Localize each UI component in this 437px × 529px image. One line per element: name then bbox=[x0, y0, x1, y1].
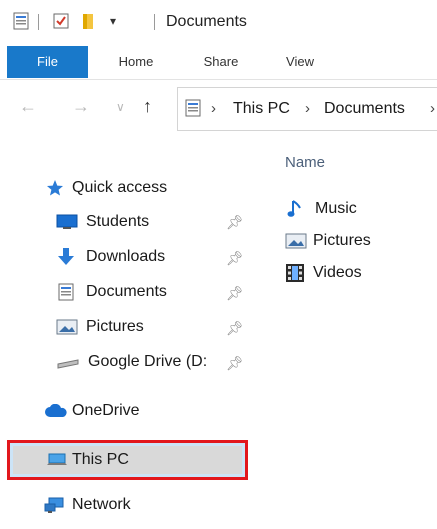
back-arrow-icon[interactable]: ← bbox=[19, 96, 37, 117]
customize-toolbar-icon[interactable]: ▾ bbox=[104, 12, 122, 30]
checkbox-icon[interactable] bbox=[52, 12, 70, 30]
tab-share[interactable]: Share bbox=[193, 46, 249, 78]
pin-icon[interactable]: 📌︎ bbox=[226, 285, 244, 302]
file-label: Videos bbox=[313, 264, 362, 281]
nav-item-onedrive[interactable]: OneDrive bbox=[44, 396, 140, 426]
breadcrumb-chevron-icon[interactable]: › bbox=[211, 100, 216, 117]
star-icon bbox=[46, 179, 72, 197]
nav-item-documents[interactable]: Documents bbox=[58, 277, 167, 307]
nav-label: Documents bbox=[86, 283, 167, 300]
toolbar-separator bbox=[154, 14, 155, 30]
computer-icon bbox=[46, 453, 72, 467]
nav-label: Google Drive (D: bbox=[88, 353, 208, 370]
breadcrumb-chevron-icon[interactable]: › bbox=[430, 100, 435, 117]
nav-item-this-pc[interactable]: This PC bbox=[46, 445, 129, 475]
desktop-icon bbox=[56, 214, 82, 230]
ribbon-tabs: File Home Share View bbox=[0, 46, 437, 80]
toolbar-separator bbox=[38, 14, 39, 30]
tab-home[interactable]: Home bbox=[110, 46, 162, 78]
cloud-icon bbox=[44, 404, 70, 418]
pin-icon[interactable]: 📌︎ bbox=[226, 320, 244, 337]
window-title: Documents bbox=[166, 13, 247, 30]
tab-file[interactable]: File bbox=[7, 46, 88, 78]
breadcrumb-chevron-icon[interactable]: › bbox=[305, 100, 310, 117]
nav-item-pictures[interactable]: Pictures bbox=[56, 312, 144, 342]
file-item-pictures[interactable]: Pictures bbox=[285, 229, 371, 253]
recent-locations-icon[interactable]: ∨ bbox=[116, 100, 125, 114]
breadcrumb-documents[interactable]: Documents bbox=[324, 100, 405, 118]
tab-view[interactable]: View bbox=[276, 46, 324, 78]
nav-item-students[interactable]: Students bbox=[56, 207, 149, 237]
download-icon bbox=[56, 247, 82, 267]
nav-label: This PC bbox=[72, 451, 129, 468]
this-pc-small-icon bbox=[185, 99, 201, 122]
address-bar[interactable]: › This PC › Documents › bbox=[177, 87, 437, 131]
nav-label: Pictures bbox=[86, 318, 144, 335]
file-label: Pictures bbox=[313, 232, 371, 249]
properties-icon[interactable] bbox=[12, 12, 30, 30]
videos-icon bbox=[285, 263, 313, 283]
new-folder-icon[interactable] bbox=[80, 12, 98, 30]
document-icon bbox=[58, 283, 84, 301]
up-arrow-icon[interactable]: ↑ bbox=[143, 96, 152, 117]
file-item-music[interactable]: Music bbox=[287, 197, 357, 221]
nav-item-downloads[interactable]: Downloads bbox=[56, 242, 165, 272]
drive-icon bbox=[56, 355, 82, 369]
column-header-name[interactable]: Name bbox=[285, 154, 325, 171]
nav-item-network[interactable]: Network bbox=[44, 490, 131, 520]
nav-label: Students bbox=[86, 213, 150, 230]
title-bar: ▾ Documents bbox=[0, 0, 437, 46]
pin-icon[interactable]: 📌︎ bbox=[226, 214, 244, 231]
breadcrumb-this-pc[interactable]: This PC bbox=[233, 100, 290, 118]
forward-arrow-icon[interactable]: → bbox=[72, 96, 90, 117]
nav-label: Downloads bbox=[86, 248, 166, 265]
nav-label: Quick access bbox=[72, 179, 168, 196]
nav-label: OneDrive bbox=[72, 402, 140, 419]
pin-icon[interactable]: 📌︎ bbox=[226, 250, 244, 267]
nav-item-google-drive[interactable]: Google Drive (D: bbox=[56, 347, 207, 377]
pictures-icon bbox=[56, 319, 82, 335]
nav-label: Network bbox=[72, 496, 131, 513]
file-item-videos[interactable]: Videos bbox=[285, 261, 362, 285]
music-icon bbox=[287, 199, 315, 219]
pin-icon[interactable]: 📌︎ bbox=[226, 355, 244, 372]
network-icon bbox=[44, 496, 70, 514]
ribbon-divider bbox=[0, 79, 437, 80]
nav-quick-access[interactable]: Quick access bbox=[46, 173, 167, 203]
pictures-icon bbox=[285, 233, 313, 249]
file-label: Music bbox=[315, 200, 357, 217]
